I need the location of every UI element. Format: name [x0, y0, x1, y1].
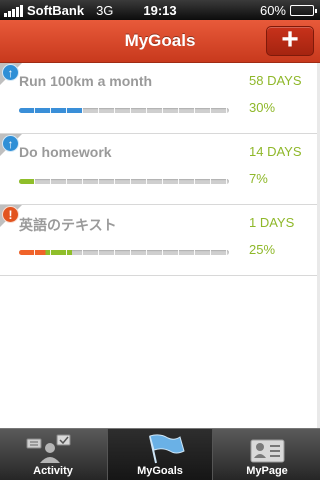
goal-title: 英語のテキスト	[19, 217, 117, 233]
profile-card-icon	[250, 439, 285, 463]
goal-title: Do homework	[19, 144, 112, 160]
exclamation-icon: !	[2, 206, 19, 223]
activity-icon	[26, 434, 71, 463]
flag-icon	[149, 434, 185, 464]
tab-label: Activity	[33, 465, 73, 477]
goal-days-remaining: 1 DAYS	[249, 215, 295, 230]
goal-row-run[interactable]: ↑ Run 100km a month 58 DAYS 30%	[0, 63, 320, 134]
goal-percent: 7%	[249, 171, 268, 186]
battery-percent: 60%	[259, 3, 286, 18]
tab-mygoals[interactable]: MyGoals	[107, 429, 213, 480]
goal-progress-bar	[19, 250, 229, 255]
tab-activity[interactable]: Activity	[0, 429, 106, 480]
add-goal-button[interactable]: +	[266, 25, 314, 56]
goal-row-english[interactable]: ! 英語のテキスト 1 DAYS 25%	[0, 205, 320, 276]
tab-mypage[interactable]: MyPage	[214, 429, 320, 480]
battery-icon	[290, 5, 317, 16]
goal-days-remaining: 14 DAYS	[249, 144, 302, 159]
navigation-bar: MyGoals +	[0, 20, 320, 63]
goal-row-homework[interactable]: ↑ Do homework 14 DAYS 7%	[0, 134, 320, 205]
goal-progress-bar	[19, 108, 229, 113]
goal-progress-bar	[19, 179, 229, 184]
status-bar: SoftBank 3G 19:13 60%	[0, 0, 320, 20]
tab-label: MyPage	[246, 465, 288, 477]
tab-label: MyGoals	[137, 465, 183, 477]
up-arrow-icon: ↑	[2, 64, 19, 81]
goal-percent: 25%	[249, 242, 276, 257]
goal-percent: 30%	[249, 100, 276, 115]
goal-days-remaining: 58 DAYS	[249, 73, 302, 88]
tab-bar: Activity MyGoals MyPage	[0, 428, 320, 480]
up-arrow-icon: ↑	[2, 135, 19, 152]
goal-title: Run 100km a month	[19, 73, 153, 89]
